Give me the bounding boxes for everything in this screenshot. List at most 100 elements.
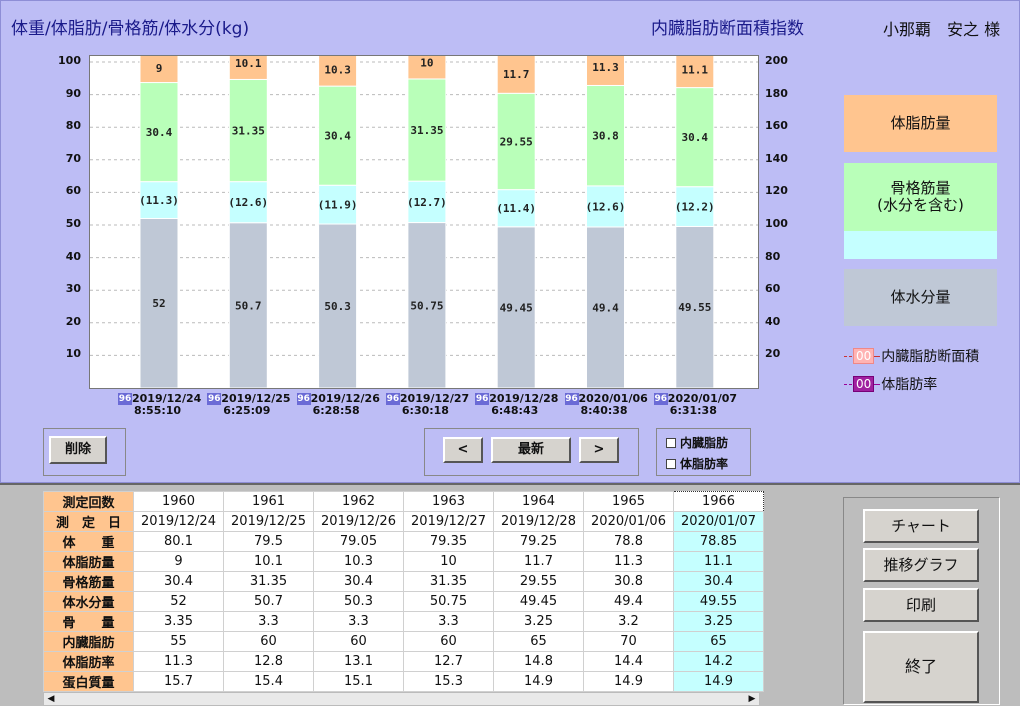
table-cell[interactable]: 3.3	[313, 611, 404, 632]
table-cell[interactable]: 2019/12/28	[493, 511, 584, 532]
table-row: 体水分量 52 50.7 50.3 50.75 49.45 49.4 49.55	[43, 591, 764, 612]
table-cell[interactable]: 29.55	[493, 571, 584, 592]
table-cell[interactable]: 10.3	[313, 551, 404, 572]
horizontal-scrollbar[interactable]: ◀ ▶	[43, 692, 760, 706]
table-cell[interactable]: 30.4	[313, 571, 404, 592]
table-cell[interactable]: 10.1	[223, 551, 314, 572]
table-cell[interactable]: 31.35	[223, 571, 314, 592]
table-cell[interactable]: 30.4	[133, 571, 224, 592]
table-cell[interactable]: 50.3	[313, 591, 404, 612]
table-cell[interactable]: 11.1	[673, 551, 764, 572]
table-cell[interactable]: 1965	[583, 491, 674, 512]
table-cell[interactable]: 2019/12/25	[223, 511, 314, 532]
table-cell[interactable]: 13.1	[313, 651, 404, 672]
table-cell[interactable]: 14.9	[493, 671, 584, 692]
table-cell[interactable]: 31.35	[403, 571, 494, 592]
legend-visceral-dash	[844, 355, 852, 357]
table-cell[interactable]: 1962	[313, 491, 404, 512]
table-cell[interactable]: 2019/12/27	[403, 511, 494, 532]
table-cell[interactable]: 70	[583, 631, 674, 652]
table-cell[interactable]: 10	[403, 551, 494, 572]
table-cell[interactable]: 49.55	[673, 591, 764, 612]
table-cell[interactable]: 3.25	[493, 611, 584, 632]
table-cell[interactable]: 55	[133, 631, 224, 652]
table-cell[interactable]: 79.25	[493, 531, 584, 552]
table-cell[interactable]: 12.8	[223, 651, 314, 672]
table-cell[interactable]: 14.8	[493, 651, 584, 672]
table-cell[interactable]: 65	[493, 631, 584, 652]
table-cell[interactable]: 15.4	[223, 671, 314, 692]
table-cell[interactable]: 2019/12/26	[313, 511, 404, 532]
prev-button[interactable]: <	[443, 437, 483, 463]
table-cell[interactable]: 12.7	[403, 651, 494, 672]
fat-rate-checkbox[interactable]: 体脂肪率	[666, 455, 728, 472]
table-cell[interactable]: 80.1	[133, 531, 224, 552]
visceral-checkbox[interactable]: 内臓脂肪	[666, 434, 728, 451]
table-cell[interactable]: 9	[133, 551, 224, 572]
scroll-right-icon[interactable]: ▶	[745, 693, 759, 705]
exit-button[interactable]: 終了	[863, 631, 979, 703]
user-name: 小那覇 安之 様	[883, 20, 1001, 39]
chart-plot-area: 52 (11.3) 30.4 9 50.7 (12.6) 31.35 10.1 50.3 (11.…	[89, 55, 759, 389]
table-cell[interactable]: 1961	[223, 491, 314, 512]
delete-button[interactable]: 削除	[49, 436, 107, 464]
x-time-label: 8:40:38	[580, 404, 628, 417]
table-cell[interactable]: 3.2	[583, 611, 674, 632]
trend-graph-button[interactable]: 推移グラフ	[863, 548, 979, 582]
table-cell[interactable]: 30.8	[583, 571, 674, 592]
table-cell[interactable]: 11.3	[133, 651, 224, 672]
table-cell[interactable]: 14.2	[673, 651, 764, 672]
table-cell[interactable]: 30.4	[673, 571, 764, 592]
table-cell[interactable]: 60	[223, 631, 314, 652]
table-cell[interactable]: 3.3	[403, 611, 494, 632]
table-cell[interactable]: 3.25	[673, 611, 764, 632]
table-cell[interactable]: 78.85	[673, 531, 764, 552]
legend-fat-rate-badge: 00	[853, 376, 875, 392]
table-cell[interactable]: 79.05	[313, 531, 404, 552]
table-cell[interactable]: 49.45	[493, 591, 584, 612]
next-button[interactable]: >	[579, 437, 619, 463]
table-cell[interactable]: 60	[403, 631, 494, 652]
y2-tick-label: 180	[765, 86, 788, 100]
table-cell[interactable]: 3.3	[223, 611, 314, 632]
table-cell[interactable]: 15.1	[313, 671, 404, 692]
bar-value-label: 49.45	[500, 301, 533, 314]
table-cell[interactable]: 11.3	[583, 551, 674, 572]
table-cell[interactable]: 60	[313, 631, 404, 652]
table-cell[interactable]: 1960	[133, 491, 224, 512]
chart-button[interactable]: チャート	[863, 509, 979, 543]
x-axis-label: 962019/12/25 6:25:09	[207, 393, 307, 417]
table-cell[interactable]: 1964	[493, 491, 584, 512]
table-cell[interactable]: 50.7	[223, 591, 314, 612]
table-cell[interactable]: 50.75	[403, 591, 494, 612]
bar-value-label: 30.4	[146, 126, 173, 139]
print-button[interactable]: 印刷	[863, 588, 979, 622]
table-cell[interactable]: 2019/12/24	[133, 511, 224, 532]
table-cell[interactable]: 1963	[403, 491, 494, 512]
table-cell[interactable]: 11.7	[493, 551, 584, 572]
table-cell[interactable]: 79.35	[403, 531, 494, 552]
table-cell[interactable]: 65	[673, 631, 764, 652]
table-cell[interactable]: 78.8	[583, 531, 674, 552]
y-tick-label: 40	[65, 249, 81, 263]
table-cell[interactable]: 15.7	[133, 671, 224, 692]
table-cell[interactable]: 14.9	[673, 671, 764, 692]
app-window: 体重/体脂肪/骨格筋/体水分(kg) 内臓脂肪断面積指数 小那覇 安之 様 10…	[0, 0, 1020, 706]
x-axis-label: 962019/12/27 6:30:18	[385, 393, 486, 417]
table-cell[interactable]: 2020/01/07	[673, 511, 764, 532]
measurement-badge: 96	[385, 393, 400, 405]
bar-value-label: 50.75	[410, 299, 443, 312]
y-tick-label: 50	[65, 217, 81, 230]
table-cell[interactable]: 3.35	[133, 611, 224, 632]
table-cell[interactable]: 49.4	[583, 591, 674, 612]
table-row: 骨格筋量 30.4 31.35 30.4 31.35 29.55 30.8 30.4	[43, 571, 764, 592]
table-cell[interactable]: 14.4	[583, 651, 674, 672]
table-cell[interactable]: 1966	[673, 491, 764, 512]
scroll-left-icon[interactable]: ◀	[44, 693, 58, 705]
table-cell[interactable]: 14.9	[583, 671, 674, 692]
table-cell[interactable]: 2020/01/06	[583, 511, 674, 532]
table-cell[interactable]: 52	[133, 591, 224, 612]
table-cell[interactable]: 15.3	[403, 671, 494, 692]
table-cell[interactable]: 79.5	[223, 531, 314, 552]
latest-button[interactable]: 最新	[491, 437, 571, 463]
